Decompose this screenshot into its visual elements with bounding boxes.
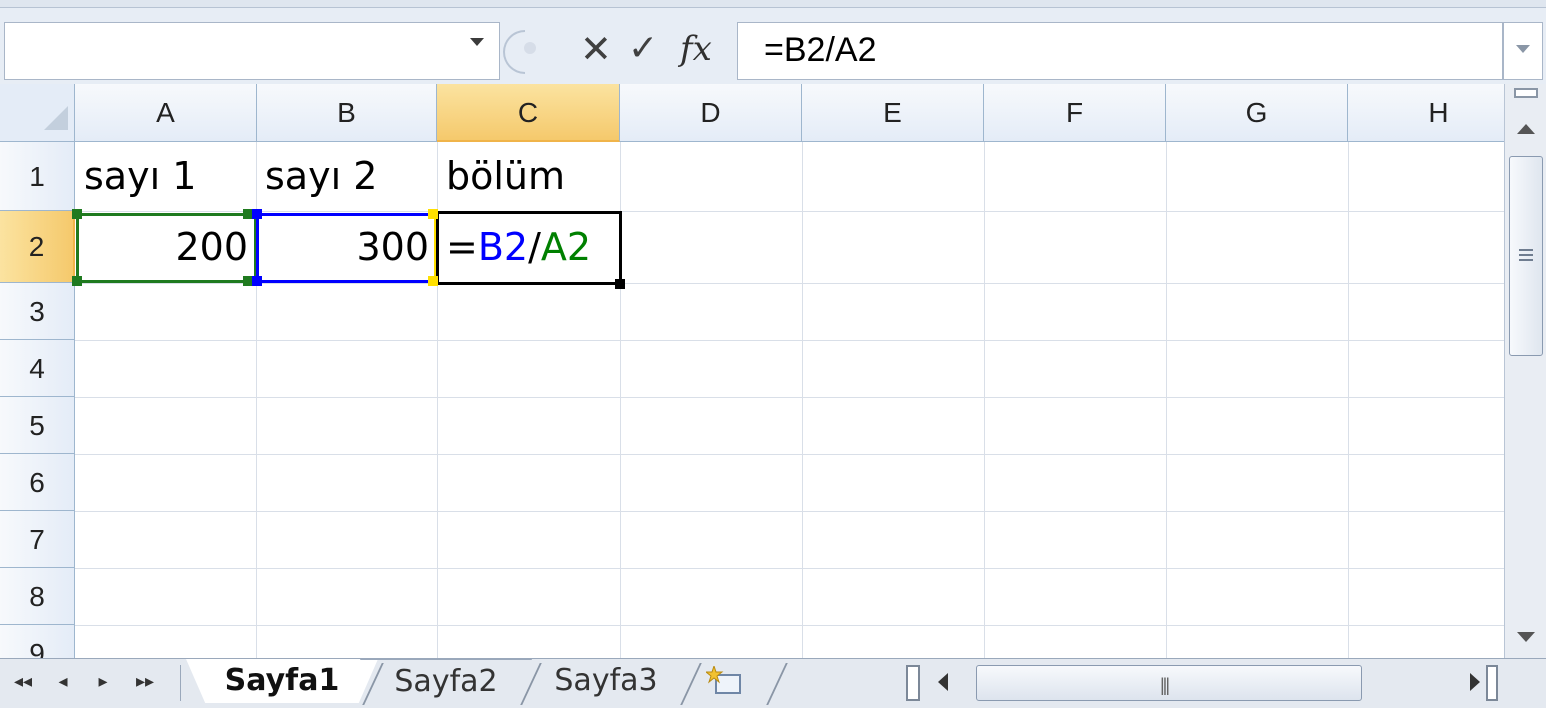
last-sheet-icon[interactable]: ▸▸ [130,667,160,697]
gridline [75,568,1504,569]
column-header-e[interactable]: E [802,84,984,142]
formula-bar-divider [503,30,525,74]
horizontal-scroll-thumb[interactable] [976,665,1362,701]
ref-highlight-a2 [76,213,257,283]
row-header-4[interactable]: 4 [0,340,75,397]
ref-handle[interactable] [252,276,262,286]
row-header-3[interactable]: 3 [0,283,75,340]
column-header-g[interactable]: G [1166,84,1348,142]
tab-edge [766,663,788,705]
row-header-7[interactable]: 7 [0,511,75,568]
split-box[interactable] [1514,88,1538,98]
chevron-down-icon [1516,45,1530,53]
tab-split-box[interactable] [906,665,920,701]
grip-icon [1519,249,1533,261]
worksheet-grid[interactable]: A B C D E F G H 1 2 3 4 5 6 7 8 9 sayı 1… [0,84,1504,658]
insert-worksheet-icon[interactable] [706,666,744,696]
column-header-c[interactable]: C [437,84,620,142]
ref-highlight-b2 [256,213,437,283]
sheet-tab-bar: ◂◂ ◂ ▸ ▸▸ Sayfa1 Sayfa2 Sayfa3 ||| [0,658,1546,708]
tab-sayfa1[interactable]: Sayfa1 [186,659,378,703]
vertical-scrollbar[interactable] [1504,84,1546,658]
select-all-button[interactable] [0,84,75,142]
row-header-5[interactable]: 5 [0,397,75,454]
cell-a1[interactable]: sayı 1 [84,154,196,198]
tab-sayfa3[interactable]: Sayfa3 [520,659,692,703]
ribbon-edge [0,0,1546,8]
ref-handle[interactable] [72,276,82,286]
gridline [75,454,1504,455]
gridline [75,397,1504,398]
scroll-up-icon[interactable] [1517,124,1535,134]
row-header-6[interactable]: 6 [0,454,75,511]
divider [180,665,181,701]
scroll-down-icon[interactable] [1517,632,1535,642]
active-cell-c2 [436,211,622,285]
row-header-9[interactable]: 9 [0,625,75,658]
formula-bar: ✕ ✓ fx =B2/A2 [0,8,1546,92]
name-box-dropdown-icon[interactable] [470,38,484,46]
gridline [802,142,803,658]
cell-c1[interactable]: bölüm [446,154,565,198]
ref-handle[interactable] [428,276,438,286]
name-box[interactable] [4,22,500,80]
gridline [1348,142,1349,658]
cell-b1[interactable]: sayı 2 [265,154,377,198]
gridline [984,142,985,658]
first-sheet-icon[interactable]: ◂◂ [8,667,38,697]
grip-icon: ||| [1160,675,1170,695]
row-header-1[interactable]: 1 [0,142,75,211]
column-header-d[interactable]: D [620,84,802,142]
enter-icon[interactable]: ✓ [628,29,658,69]
previous-sheet-icon[interactable]: ◂ [48,667,78,697]
formula-bar-divider-dot [524,42,536,54]
ref-handle[interactable] [428,209,438,219]
formula-input[interactable]: =B2/A2 [737,22,1503,80]
split-box[interactable] [1486,665,1498,701]
expand-formula-bar-button[interactable] [1503,22,1543,80]
column-header-f[interactable]: F [984,84,1166,142]
column-header-a[interactable]: A [75,84,257,142]
next-sheet-icon[interactable]: ▸ [88,667,118,697]
scroll-right-icon[interactable] [1470,673,1480,691]
gridline [1166,142,1167,658]
insert-function-icon[interactable]: fx [680,30,712,68]
column-header-b[interactable]: B [257,84,437,142]
column-header-h[interactable]: H [1348,84,1504,142]
cancel-icon[interactable]: ✕ [580,29,612,69]
gridline [75,283,1504,284]
ref-handle[interactable] [252,209,262,219]
tab-sayfa2[interactable]: Sayfa2 [360,659,532,703]
gridline [75,211,1504,212]
gridline [75,511,1504,512]
ref-handle[interactable] [72,209,82,219]
select-all-icon [44,106,68,130]
fill-handle[interactable] [615,279,625,289]
scroll-left-icon[interactable] [938,673,948,691]
gridline [75,625,1504,626]
gridline [75,340,1504,341]
row-header-2[interactable]: 2 [0,211,75,283]
row-header-8[interactable]: 8 [0,568,75,625]
vertical-scroll-thumb[interactable] [1509,156,1543,356]
